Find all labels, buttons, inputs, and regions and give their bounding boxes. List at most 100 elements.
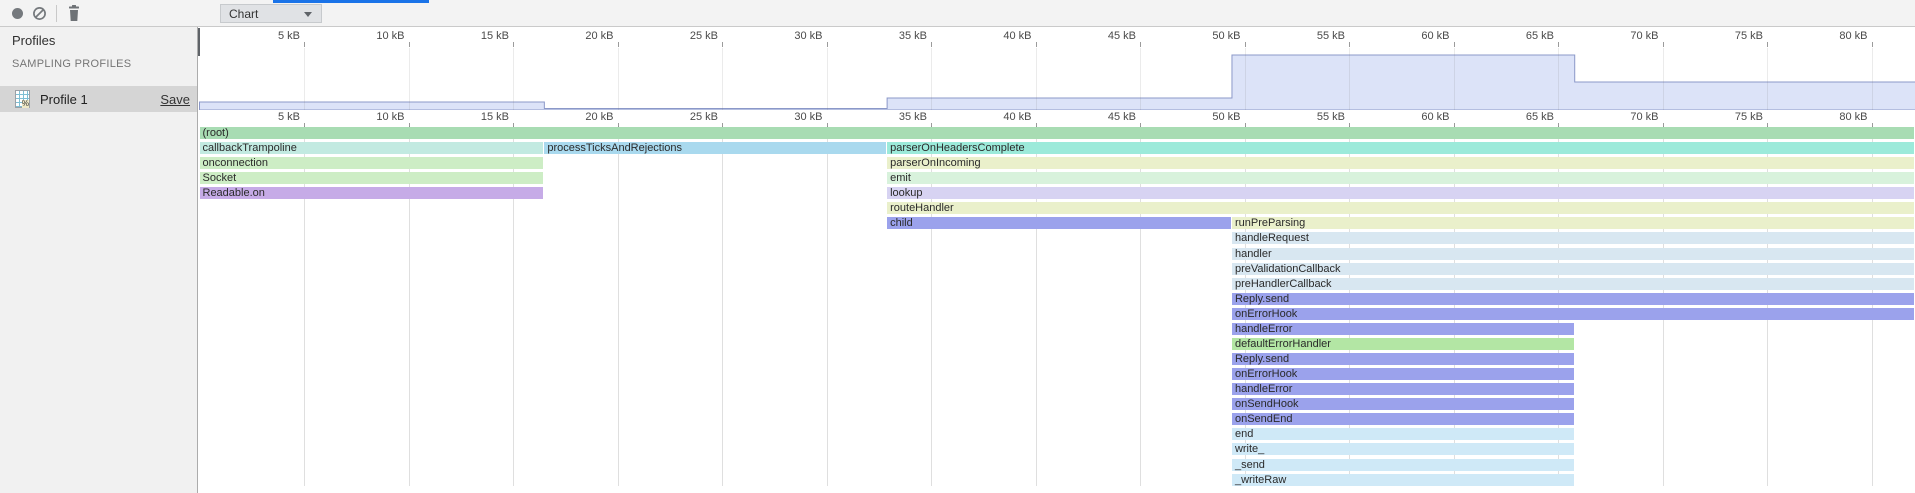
ruler-tick-label: 15 kB [449,30,509,42]
sampling-profiles-section-label: SAMPLING PROFILES [12,58,131,70]
flame-frame[interactable]: handleError [1232,383,1574,395]
ruler-tick-label: 65 kB [1494,111,1554,123]
overview-gridline [1036,48,1037,110]
flame-frame-label: _send [1235,459,1265,471]
flame-frame[interactable]: processTicksAndRejections [544,142,886,154]
ruler-tick-label: 80 kB [1808,30,1868,42]
overview-gridline [827,48,828,110]
ruler-tick-label: 40 kB [972,30,1032,42]
memory-overview-chart[interactable] [198,47,1915,110]
overview-gridline [409,48,410,110]
flame-frame[interactable]: child [887,217,1231,229]
flame-frame[interactable]: parserOnHeadersComplete [887,142,1914,154]
flame-frame-label: (root) [203,127,229,139]
ruler-tick-label: 75 kB [1703,111,1763,123]
overview-resize-handle[interactable] [198,28,200,56]
flame-frame-label: defaultErrorHandler [1235,338,1331,350]
overview-gridline [1872,48,1873,110]
flame-frame[interactable]: Socket [200,172,544,184]
record-icon[interactable] [12,8,23,19]
ruler-tick-label: 5 kB [240,30,300,42]
ruler-tick-label: 50 kB [1181,30,1241,42]
flame-frame[interactable]: _send [1232,459,1574,471]
flame-frame-label: handleRequest [1235,232,1309,244]
delete-profile-icon[interactable] [66,5,82,27]
ruler-tick-label: 40 kB [972,111,1032,123]
flame-frame[interactable]: emit [887,172,1914,184]
flame-frame-label: child [890,217,913,229]
flame-frame-label: onconnection [203,157,268,169]
ruler-tick-label: 35 kB [867,111,927,123]
flame-frame[interactable]: defaultErrorHandler [1232,338,1574,350]
flame-frame[interactable]: preHandlerCallback [1232,278,1914,290]
flame-frame-label: onErrorHook [1235,308,1297,320]
flame-frame-label: parserOnHeadersComplete [890,142,1025,154]
flame-frame-label: runPreParsing [1235,217,1305,229]
ruler-tick-label: 60 kB [1390,30,1450,42]
ruler-tick-label: 65 kB [1494,30,1554,42]
ruler-tick-label: 55 kB [1285,30,1345,42]
flame-frame[interactable]: write_ [1232,443,1574,455]
flame-frame[interactable]: handler [1232,248,1914,260]
flame-frame[interactable]: Reply.send [1232,293,1914,305]
flame-frame-label: Readable.on [203,187,265,199]
flame-gridline [827,126,828,486]
flame-frame[interactable]: handleError [1232,323,1574,335]
ruler-tick-label: 30 kB [763,30,823,42]
ruler-tick-label: 5 kB [240,111,300,123]
save-profile-link[interactable]: Save [160,92,190,107]
flame-frame-label: _writeRaw [1235,474,1286,486]
flame-frame-label: onSendHook [1235,398,1299,410]
flame-frame[interactable]: onSendEnd [1232,413,1574,425]
ruler-tick-label: 25 kB [658,111,718,123]
flame-frame-label: end [1235,428,1253,440]
flame-frame[interactable]: handleRequest [1232,232,1914,244]
flame-frame[interactable]: Readable.on [200,187,544,199]
flame-frame-label: preHandlerCallback [1235,278,1332,290]
clear-all-icon[interactable] [32,6,47,26]
ruler-tick-label: 50 kB [1181,111,1241,123]
ruler-tick-label: 45 kB [1076,111,1136,123]
flame-frame-label: routeHandler [890,202,954,214]
overview-gridline [931,48,932,110]
flame-frame[interactable]: onErrorHook [1232,308,1914,320]
flame-gridline [722,126,723,486]
overview-gridline [1767,48,1768,110]
flame-frame-label: onErrorHook [1235,368,1297,380]
ruler-tick-label: 60 kB [1390,111,1450,123]
profile-name: Profile 1 [40,92,88,107]
flame-chart-panel: 5 kB10 kB15 kB20 kB25 kB30 kB35 kB40 kB4… [198,27,1915,493]
overview-gridline [304,48,305,110]
toolbar-separator [56,5,57,22]
view-mode-select[interactable]: Chart [220,4,322,23]
flame-gridline [618,126,619,486]
memory-tab-indicator [273,0,429,3]
flame-frame[interactable]: onErrorHook [1232,368,1574,380]
flame-frame-label: handler [1235,248,1272,260]
flame-frame[interactable]: preValidationCallback [1232,263,1914,275]
sidebar-item-profile-1[interactable]: % Profile 1 Save [0,86,197,112]
flame-frame-label: preValidationCallback [1235,263,1341,275]
flame-frame[interactable]: Reply.send [1232,353,1574,365]
flame-frame[interactable]: end [1232,428,1574,440]
flame-frame[interactable]: _writeRaw [1232,474,1574,486]
flame-frame-label: callbackTrampoline [203,142,297,154]
flame-frame[interactable]: callbackTrampoline [200,142,544,154]
flame-frame[interactable]: runPreParsing [1232,217,1914,229]
flame-frame[interactable]: parserOnIncoming [887,157,1914,169]
flame-frame[interactable]: onSendHook [1232,398,1574,410]
flame-frame[interactable]: routeHandler [887,202,1914,214]
ruler-tick-label: 10 kB [345,111,405,123]
ruler-tick-label: 35 kB [867,30,927,42]
flame-frame-label: write_ [1235,443,1264,455]
flame-frame[interactable]: lookup [887,187,1914,199]
ruler-tick-label: 70 kB [1599,30,1659,42]
ruler-tick-label: 10 kB [345,30,405,42]
overview-area-path [200,55,1915,110]
flame-frame[interactable]: onconnection [200,157,544,169]
flame-frame-label: handleError [1235,323,1292,335]
ruler-tick-label: 55 kB [1285,111,1345,123]
flame-frame[interactable]: (root) [200,127,1915,139]
ruler-tick-label: 70 kB [1599,111,1659,123]
flame-frame-label: Reply.send [1235,293,1289,305]
